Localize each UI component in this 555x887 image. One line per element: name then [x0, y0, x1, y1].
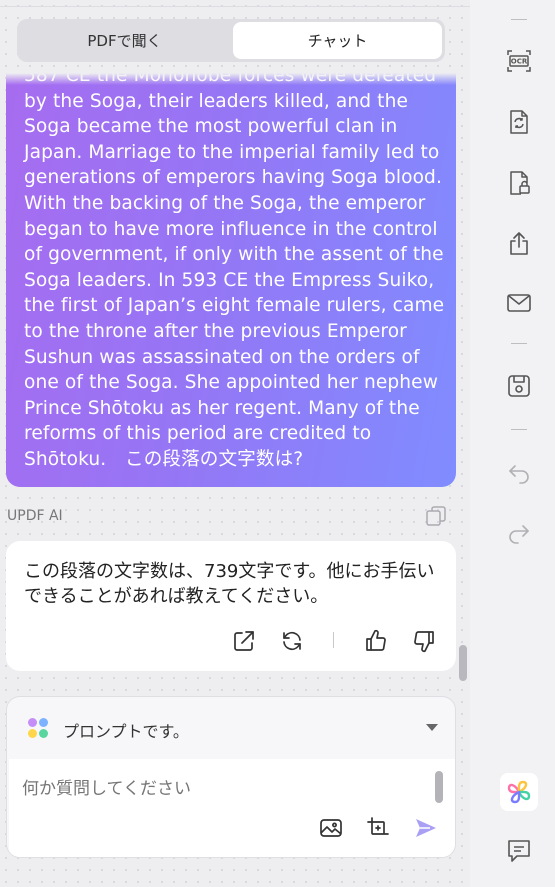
regenerate-icon[interactable] — [278, 627, 306, 655]
question-input[interactable] — [22, 779, 422, 799]
ai-answer-card: この段落の文字数は、739文字です。他にお手伝いできることがあれば教えてください… — [6, 541, 456, 671]
convert-icon[interactable] — [506, 109, 532, 135]
divider — [0, 6, 470, 7]
redo-icon[interactable] — [506, 519, 532, 545]
undo-icon[interactable] — [506, 459, 532, 485]
comment-icon[interactable] — [506, 838, 532, 864]
user-message-bubble: 587 CE the Mononobe forces were defeated… — [6, 73, 456, 487]
ocr-icon[interactable]: OCR — [506, 48, 532, 74]
divider — [511, 19, 527, 20]
chat-panel: PDFで聞く チャット 587 CE the Mononobe forces w… — [0, 0, 470, 887]
crop-icon[interactable] — [365, 815, 391, 841]
input-scrollbar[interactable] — [435, 771, 443, 803]
thumbs-down-icon[interactable] — [410, 627, 438, 655]
thumbs-up-icon[interactable] — [362, 627, 390, 655]
divider — [511, 429, 527, 430]
ai-answer-text: この段落の文字数は、739文字です。他にお手伝いできることがあれば教えてください… — [24, 561, 435, 607]
chat-scrollbar[interactable] — [459, 645, 467, 681]
updf-ai-icon[interactable] — [500, 773, 538, 811]
save-icon[interactable] — [506, 373, 532, 399]
mode-tabs: PDFで聞く チャット — [17, 19, 445, 62]
ai-sender-label: UPDF AI — [7, 508, 63, 524]
share-icon[interactable] — [506, 231, 532, 257]
divider — [511, 343, 527, 344]
copy-icon[interactable] — [424, 504, 448, 528]
answer-actions — [6, 627, 456, 657]
mail-icon[interactable] — [506, 290, 532, 316]
share-icon[interactable] — [230, 627, 258, 655]
prompt-selector[interactable]: プロンプトです。 — [7, 697, 455, 759]
protect-icon[interactable] — [506, 170, 532, 196]
right-toolbar: OCR — [480, 0, 555, 887]
prompt-label: プロンプトです。 — [63, 722, 189, 741]
question-input-area[interactable] — [9, 759, 455, 857]
composer: プロンプトです。 — [6, 696, 456, 858]
tab-ask-pdf[interactable]: PDFで聞く — [20, 22, 229, 59]
image-icon[interactable] — [318, 815, 344, 841]
chevron-down-icon[interactable] — [426, 724, 438, 731]
send-icon[interactable] — [413, 815, 439, 841]
action-separator — [333, 632, 334, 648]
tab-chat[interactable]: チャット — [233, 22, 442, 59]
user-message-text: 587 CE the Mononobe forces were defeated… — [24, 73, 445, 470]
svg-text:OCR: OCR — [511, 58, 528, 66]
prompt-icon — [27, 717, 49, 739]
